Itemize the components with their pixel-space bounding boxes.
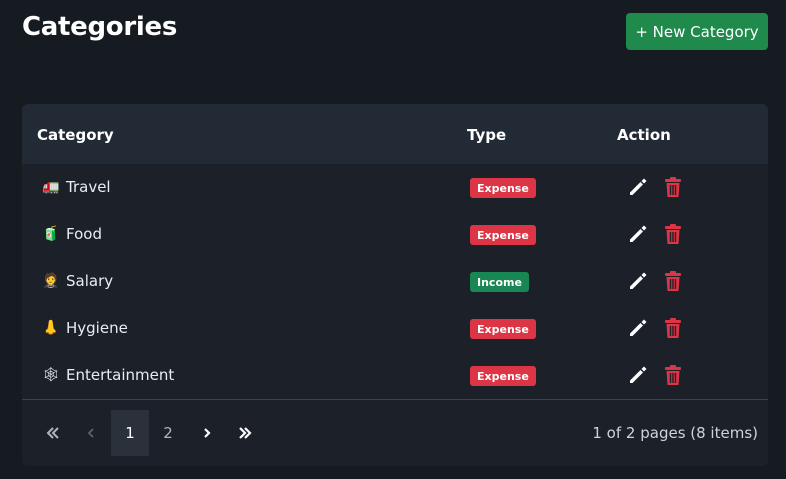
page-button-2[interactable]: 2 [149,410,187,456]
page-button-1[interactable]: 1 [111,410,149,456]
pencil-icon[interactable] [627,176,649,198]
table-row: 🕸 Entertainment Expense [22,352,768,399]
trash-icon[interactable] [663,270,683,292]
previous-page-button[interactable] [72,410,110,456]
chevron-right-icon [204,428,211,438]
trash-icon[interactable] [663,364,683,386]
category-emoji-icon: 🧃 [42,226,60,242]
category-name: Food [66,225,102,243]
pagination: 1 2 1 of 2 pages (8 items) [22,410,768,456]
trash-icon[interactable] [663,317,683,339]
category-cell: 🕸 Entertainment [42,366,174,384]
category-emoji-icon: 🕸 [42,367,60,383]
chevron-left-icon [87,428,94,438]
category-name: Entertainment [66,366,175,384]
type-badge: Expense [470,319,536,339]
pagination-summary: 1 of 2 pages (8 items) [592,424,758,442]
last-page-button[interactable] [226,410,264,456]
category-name: Salary [66,272,114,290]
table-row: 🤵 Salary Income [22,258,768,305]
category-emoji-icon: 👃 [42,320,60,336]
trash-icon[interactable] [663,176,683,198]
column-header-type: Type [467,126,507,144]
new-category-button[interactable]: + New Category [626,13,768,50]
type-badge: Expense [470,225,536,245]
page-title: Categories [22,12,178,42]
trash-icon[interactable] [663,223,683,245]
next-page-button[interactable] [188,410,226,456]
category-name: Hygiene [66,319,128,337]
category-name: Travel [66,178,111,196]
category-cell: 🤵 Salary [42,272,113,290]
table-row: 👃 Hygiene Expense [22,305,768,352]
first-page-button[interactable] [34,410,72,456]
type-badge: Expense [470,178,536,198]
pager-divider [22,399,768,400]
category-cell: 👃 Hygiene [42,319,128,337]
table-row: 🚛 Travel Expense [22,164,768,211]
double-chevron-right-icon [239,427,252,439]
column-header-category: Category [37,126,114,144]
pencil-icon[interactable] [627,317,649,339]
categories-page: Categories + New Category Category Type … [0,0,786,479]
type-badge: Income [470,272,529,292]
pencil-icon[interactable] [627,223,649,245]
pencil-icon[interactable] [627,270,649,292]
double-chevron-left-icon [46,427,59,439]
category-emoji-icon: 🤵 [42,273,60,289]
pencil-icon[interactable] [627,364,649,386]
table-row: 🧃 Food Expense [22,211,768,258]
category-cell: 🚛 Travel [42,178,111,196]
type-badge: Expense [470,366,536,386]
column-header-action: Action [617,126,671,144]
categories-table-card: Category Type Action 🚛 Travel Expense 🧃 … [22,104,768,466]
table-body: 🚛 Travel Expense 🧃 Food Expense 🤵 Salary… [22,164,768,399]
category-emoji-icon: 🚛 [42,179,60,195]
table-header: Category Type Action [22,104,768,164]
category-cell: 🧃 Food [42,225,102,243]
